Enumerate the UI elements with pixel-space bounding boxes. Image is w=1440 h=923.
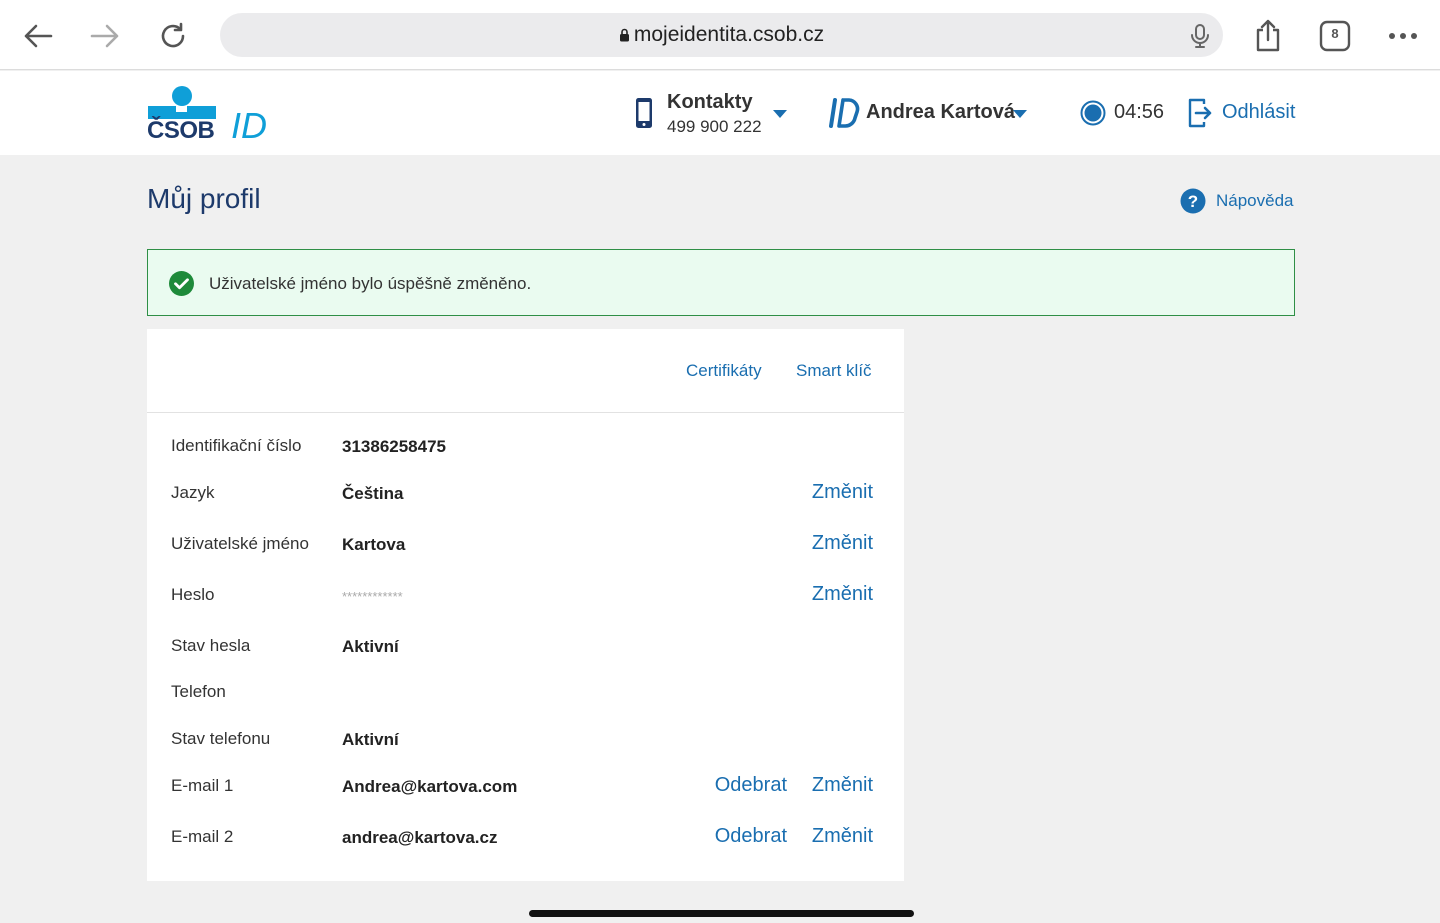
logout-label: Odhlásit xyxy=(1222,101,1296,123)
row-value: 31386258475 xyxy=(342,437,447,456)
more-icon xyxy=(1389,33,1417,39)
timer-value: 04:56 xyxy=(1114,101,1165,123)
logo-id-text: ID xyxy=(231,105,267,146)
row-label: Identifikační číslo xyxy=(171,436,302,455)
user-name: Andrea Kartová xyxy=(866,101,1015,123)
arrow-left-icon xyxy=(24,24,53,48)
logout-icon xyxy=(1188,98,1212,128)
csob-id-logo[interactable]: ČSOB ID xyxy=(147,85,272,148)
tabs-button[interactable]: 8 xyxy=(1315,16,1355,56)
row-phone-status: Stav telefonu Aktivní xyxy=(147,725,904,755)
row-password-status: Stav hesla Aktivní xyxy=(147,632,904,662)
row-label: Telefon xyxy=(171,682,226,701)
microphone-button[interactable] xyxy=(1189,23,1211,54)
profile-card: Certifikáty Smart klíč Identifikační čís… xyxy=(147,329,904,881)
row-value: Andrea@kartova.com xyxy=(342,777,518,796)
caret-down-icon xyxy=(1013,110,1027,118)
change-email-2-button[interactable]: Změnit xyxy=(812,825,873,848)
row-phone: Telefon xyxy=(147,678,904,708)
row-label: Heslo xyxy=(171,585,215,604)
row-value: Kartova xyxy=(342,535,406,554)
lock-icon xyxy=(619,29,629,42)
help-icon: ? xyxy=(1180,188,1206,214)
success-alert: Uživatelské jméno bylo úspěšně změněno. xyxy=(147,249,1295,316)
browser-toolbar: mojeidentita.csob.cz 8 xyxy=(0,0,1440,70)
remove-email-1-button[interactable]: Odebrat xyxy=(715,774,787,797)
row-label: Stav hesla xyxy=(171,636,251,655)
reload-button[interactable] xyxy=(153,16,193,56)
back-button[interactable] xyxy=(18,16,58,56)
share-button[interactable] xyxy=(1248,16,1288,56)
caret-down-icon xyxy=(773,110,787,118)
row-value: Čeština xyxy=(342,484,404,503)
row-email-2: E-mail 2 andrea@kartova.cz Odebrat Změni… xyxy=(147,823,904,853)
row-password: Heslo ************ Změnit xyxy=(147,581,904,611)
site-header: ČSOB ID Kontakty 499 900 222 Andrea Kart… xyxy=(0,71,1440,155)
row-label: Jazyk xyxy=(171,483,215,502)
remove-email-2-button[interactable]: Odebrat xyxy=(715,825,787,848)
row-label: Stav telefonu xyxy=(171,729,271,748)
row-value: Aktivní xyxy=(342,637,399,656)
microphone-icon xyxy=(1191,24,1209,48)
page-title: Můj profil xyxy=(147,183,261,214)
change-email-1-button[interactable]: Změnit xyxy=(812,774,873,797)
logo-brand-text: ČSOB xyxy=(147,117,215,144)
row-label: E-mail 2 xyxy=(171,827,234,846)
contacts-phone: 499 900 222 xyxy=(667,117,762,136)
alert-message: Uživatelské jméno bylo úspěšně změněno. xyxy=(209,274,532,293)
row-username: Uživatelské jméno Kartova Změnit xyxy=(147,530,904,560)
check-circle-icon xyxy=(169,271,194,296)
change-password-button[interactable]: Změnit xyxy=(812,583,873,606)
contacts-label: Kontakty xyxy=(667,91,753,113)
tab-smart-key[interactable]: Smart klíč xyxy=(796,361,872,381)
card-tabs: Certifikáty Smart klíč xyxy=(147,329,904,413)
change-language-button[interactable]: Změnit xyxy=(812,481,873,504)
row-label: E-mail 1 xyxy=(171,776,234,795)
row-email-1: E-mail 1 Andrea@kartova.com Odebrat Změn… xyxy=(147,772,904,802)
id-icon xyxy=(829,98,860,128)
change-username-button[interactable]: Změnit xyxy=(812,532,873,555)
row-value: Aktivní xyxy=(342,730,399,749)
svg-text:?: ? xyxy=(1188,192,1198,211)
share-icon xyxy=(1256,19,1280,52)
home-indicator xyxy=(529,910,914,917)
row-value: andrea@kartova.cz xyxy=(342,828,498,847)
password-mask: ************ xyxy=(342,589,403,604)
tab-certificates[interactable]: Certifikáty xyxy=(686,361,762,381)
url-text: mojeidentita.csob.cz xyxy=(633,23,825,46)
mobile-phone-icon xyxy=(636,98,652,128)
row-label: Uživatelské jméno xyxy=(171,534,309,553)
tab-count: 8 xyxy=(1331,26,1339,41)
timer-icon xyxy=(1080,100,1106,126)
row-language: Jazyk Čeština Změnit xyxy=(147,479,904,509)
reload-icon xyxy=(161,22,185,48)
address-bar[interactable]: mojeidentita.csob.cz xyxy=(220,13,1223,57)
arrow-right-icon xyxy=(90,24,119,48)
help-label: Nápověda xyxy=(1216,191,1294,210)
more-button[interactable] xyxy=(1383,16,1423,56)
forward-button[interactable] xyxy=(85,16,125,56)
row-identification-number: Identifikační číslo 31386258475 xyxy=(147,432,904,462)
